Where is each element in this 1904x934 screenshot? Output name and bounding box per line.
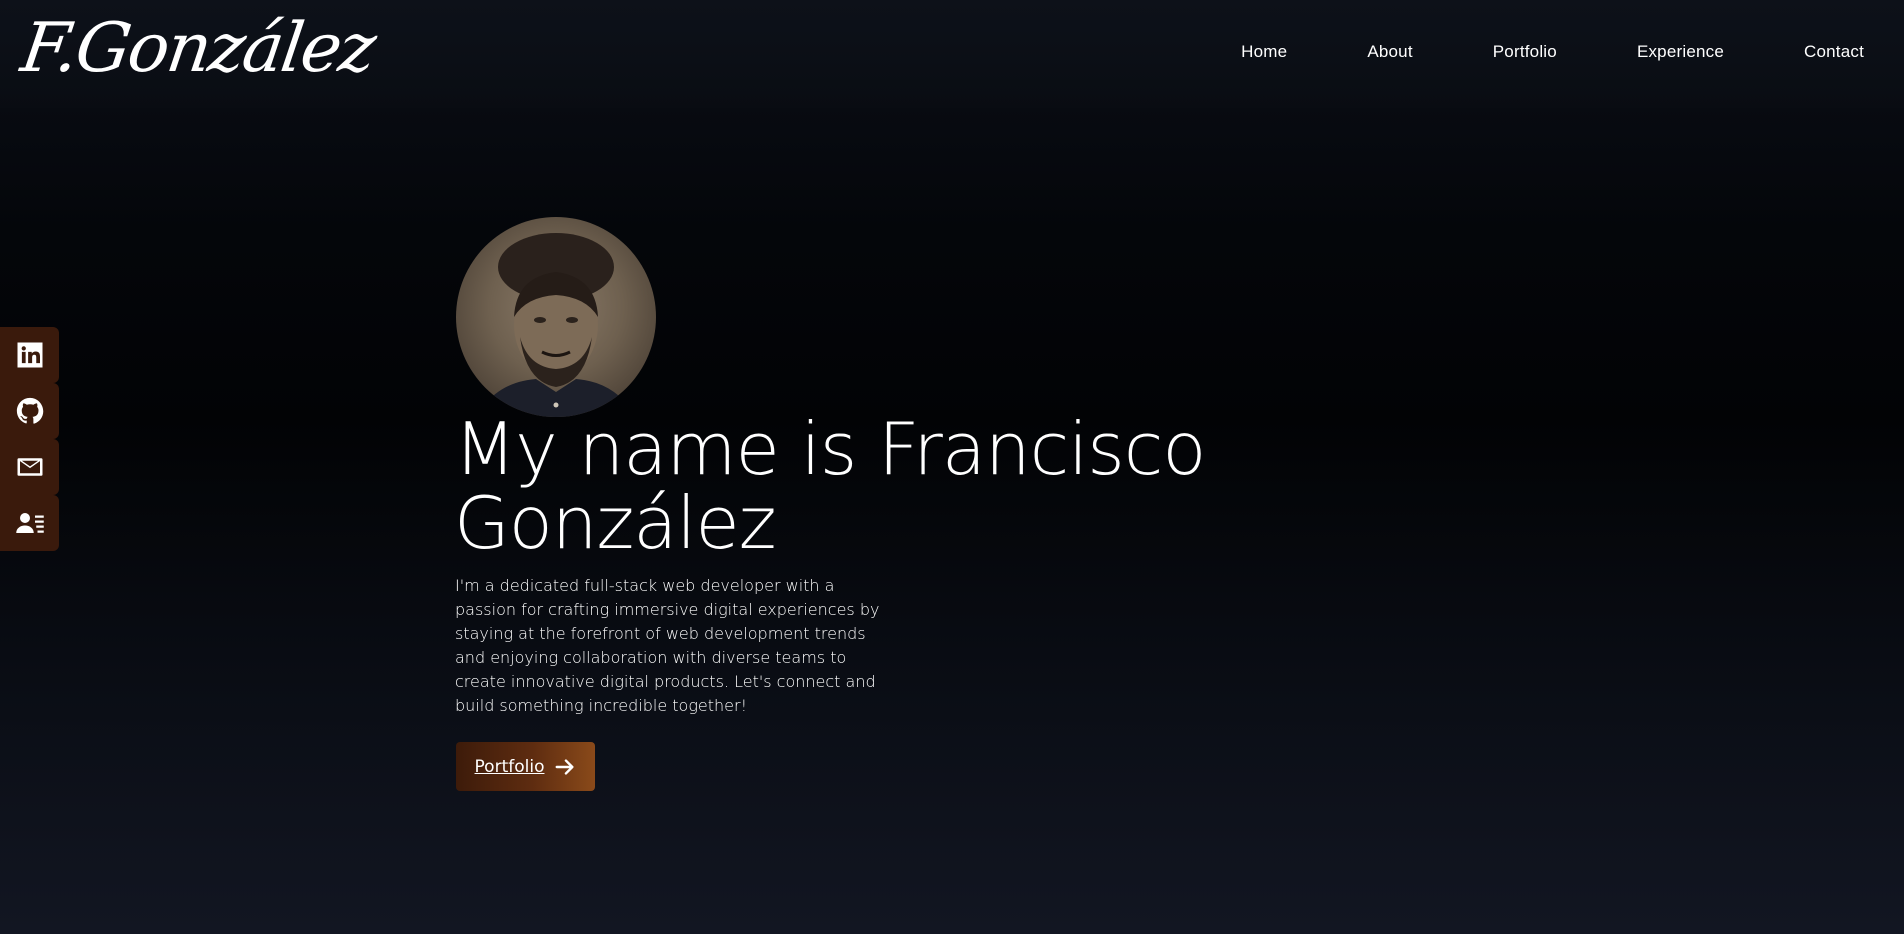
arrow-right-icon: [556, 758, 574, 775]
mail-icon: [17, 458, 42, 476]
nav-portfolio-link[interactable]: Portfolio: [1493, 42, 1557, 62]
social-sidebar: [0, 327, 59, 551]
github-link[interactable]: [0, 383, 59, 439]
site-logo[interactable]: F.González: [16, 4, 380, 94]
nav-home-link[interactable]: Home: [1241, 42, 1287, 62]
main-nav: Home About Portfolio Experience Contact: [1161, 42, 1864, 62]
resume-link[interactable]: [0, 495, 59, 551]
nav-experience-link[interactable]: Experience: [1637, 42, 1724, 62]
email-link[interactable]: [0, 439, 59, 495]
linkedin-link[interactable]: [0, 327, 59, 383]
profile-avatar: [456, 217, 656, 417]
hero-headline: My name is Francisco González: [454, 407, 1206, 565]
nav-contact-link[interactable]: Contact: [1804, 42, 1864, 62]
linkedin-icon: [17, 342, 42, 368]
profile-photo-illustration: [476, 233, 636, 417]
portfolio-button[interactable]: Portfolio: [456, 742, 595, 791]
nav-about-link[interactable]: About: [1367, 42, 1412, 62]
resume-icon: [15, 513, 44, 533]
portfolio-button-label: Portfolio: [474, 756, 545, 777]
site-header: F.González Home About Portfolio Experien…: [0, 0, 1904, 108]
github-icon: [16, 397, 43, 424]
hero-bio: I'm a dedicated full-stack web developer…: [455, 576, 880, 715]
